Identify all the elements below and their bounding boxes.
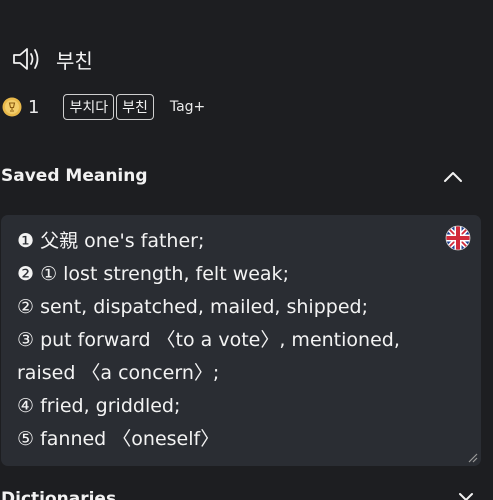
meaning-line: raised 〈a concern〉; — [17, 362, 220, 384]
word-header: 부친 — [10, 42, 93, 76]
speaker-icon[interactable] — [10, 44, 44, 74]
meaning-line: ② sent, dispatched, mailed, shipped; — [17, 296, 368, 318]
tag-item[interactable]: 부치다 — [63, 94, 115, 120]
resize-handle-icon[interactable] — [466, 451, 478, 463]
word-title: 부친 — [56, 48, 93, 73]
meaning-text: ❶ 父親 one's father; ❷ ① lost strength, fe… — [17, 225, 437, 456]
saved-meaning-box[interactable]: ❶ 父親 one's father; ❷ ① lost strength, fe… — [1, 215, 481, 466]
add-tag-button[interactable]: Tag+ — [170, 99, 205, 115]
meta-row: 1 부치다 부친 Tag+ — [2, 92, 205, 122]
chevron-up-icon[interactable] — [438, 164, 468, 190]
meaning-line: ❷ ① lost strength, felt weak; — [17, 263, 289, 285]
meaning-line: ❶ 父親 one's father; — [17, 230, 205, 252]
saved-meaning-title: Saved Meaning — [1, 166, 148, 186]
uk-flag-icon[interactable] — [445, 225, 471, 251]
meaning-line: ⑤ fanned 〈oneself〉 — [17, 428, 220, 450]
medal-icon — [2, 97, 22, 117]
chevron-down-icon[interactable] — [456, 490, 476, 500]
medal-count: 1 — [28, 96, 40, 118]
meaning-line: ③ put forward 〈to a vote〉, mentioned, — [17, 329, 400, 351]
word-detail-page: 부친 1 부치다 부친 Tag+ Saved Meaning ❶ 父親 one'… — [0, 0, 493, 500]
dictionaries-title: Dictionaries — [1, 489, 117, 500]
tag-item[interactable]: 부친 — [116, 94, 154, 120]
meaning-line: ④ fried, griddled; — [17, 395, 181, 417]
